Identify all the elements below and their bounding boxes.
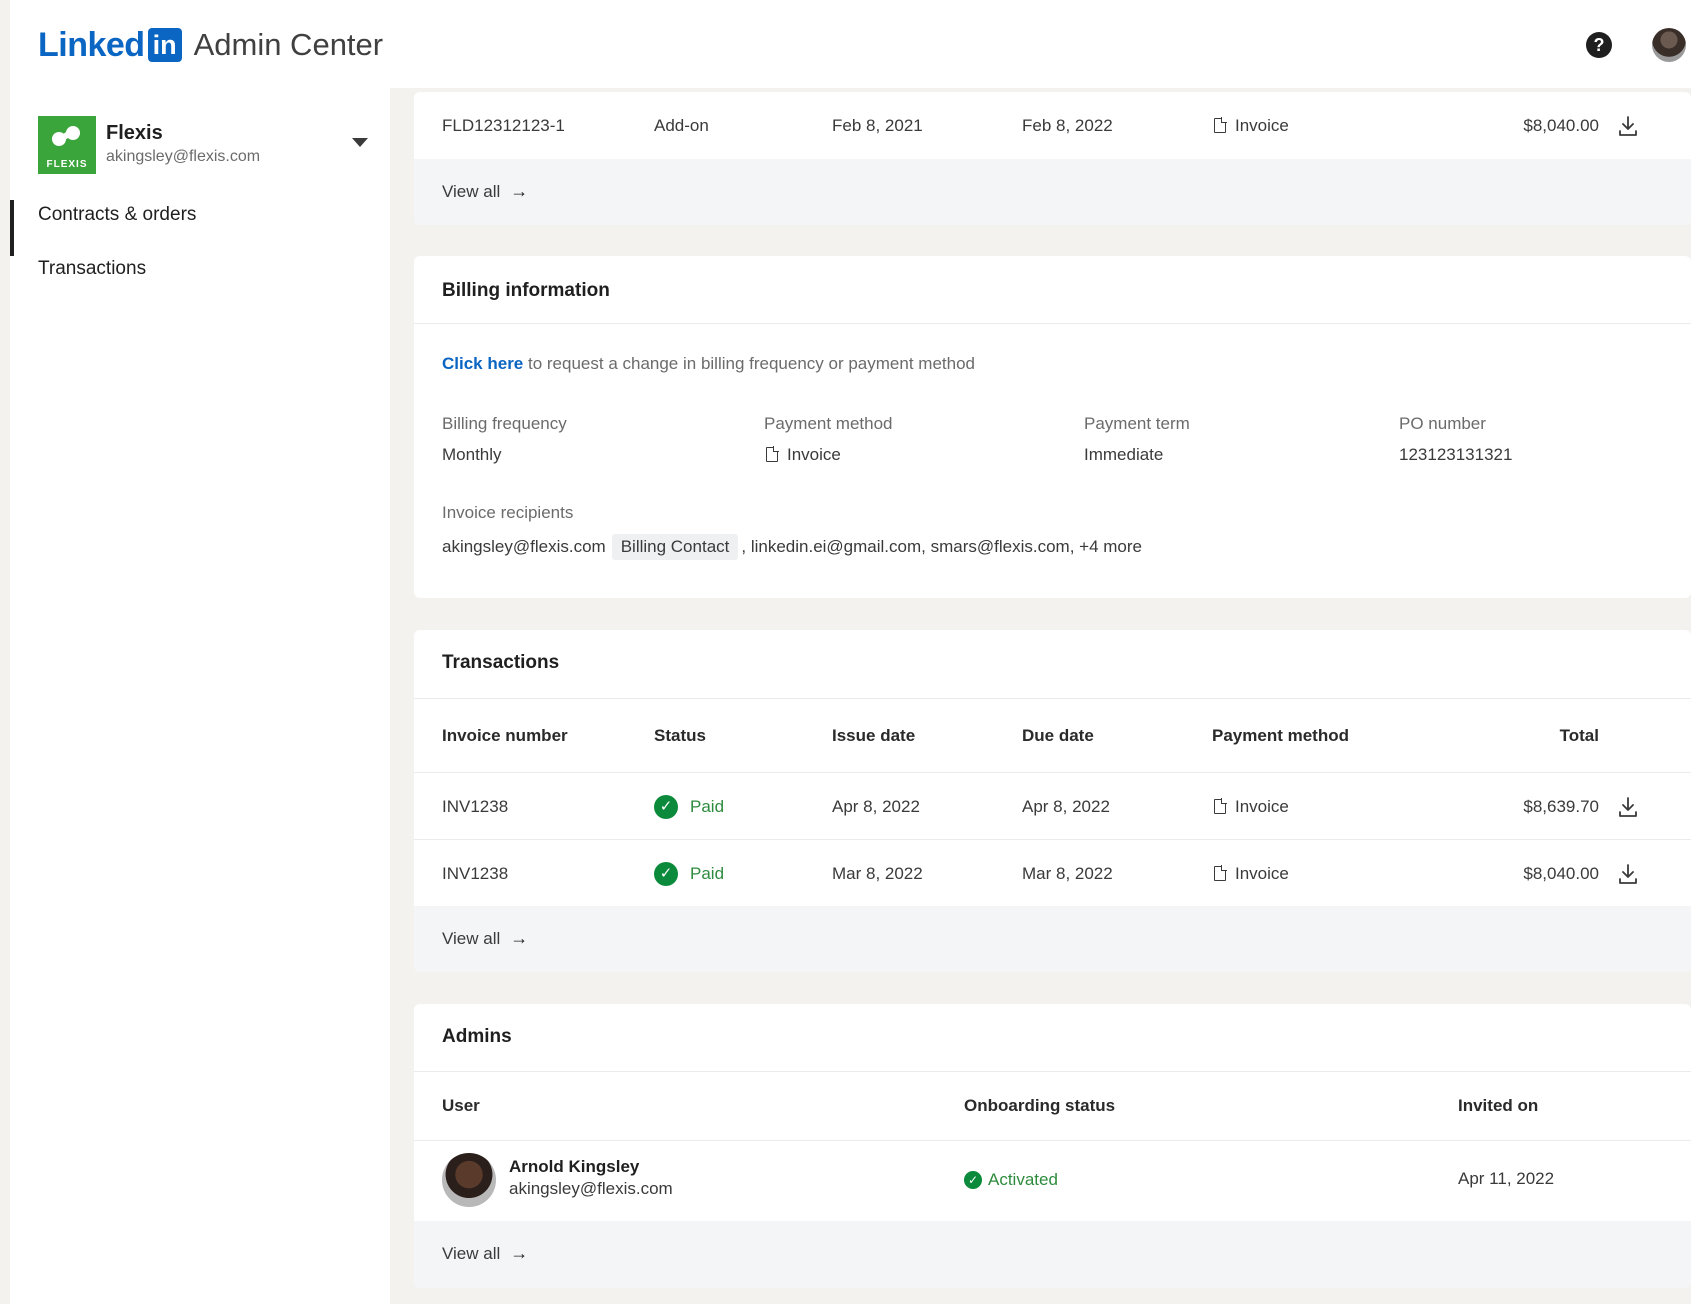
transaction-total: $8,040.00: [1523, 864, 1599, 883]
admin-row[interactable]: Arnold Kingsley akingsley@flexis.com ✓ Ac…: [414, 1141, 1691, 1221]
contract-type: Add-on: [654, 116, 709, 135]
billing-frequency-value: Monthly: [442, 445, 502, 464]
help-icon[interactable]: ?: [1586, 32, 1612, 58]
arrow-right-icon: →: [510, 181, 529, 201]
org-switcher[interactable]: FLEXIS Flexis akingsley@flexis.com: [38, 116, 368, 176]
document-icon: [1214, 117, 1227, 133]
admin-invited-on: Apr 11, 2022: [1458, 1169, 1555, 1188]
contract-total: $8,040.00: [1523, 116, 1599, 135]
transactions-footer: View all →: [414, 906, 1691, 972]
contracts-footer: View all →: [414, 159, 1691, 225]
transaction-status: ✓ Paid: [654, 795, 724, 819]
transactions-card: Transactions Invoice number Status Issue…: [414, 630, 1691, 972]
transaction-payment-method[interactable]: Invoice: [1214, 797, 1289, 817]
check-circle-icon: ✓: [654, 795, 678, 819]
payment-method-label: Payment method: [764, 414, 893, 433]
download-icon[interactable]: [1616, 862, 1640, 886]
divider: [414, 839, 1691, 840]
divider: [414, 323, 1691, 324]
column-header-due-date: Due date: [1022, 726, 1094, 745]
billing-contact-badge: Billing Contact: [611, 534, 739, 560]
column-header-total: Total: [1559, 726, 1599, 745]
admins-title: Admins: [442, 1026, 512, 1047]
contract-id: FLD12312123-1: [442, 116, 565, 135]
billing-card: Billing information Click here to reques…: [414, 256, 1691, 598]
brand-linked-text: Linked: [38, 26, 145, 64]
payment-method-value: Invoice: [766, 445, 841, 465]
check-circle-icon: ✓: [654, 862, 678, 886]
transaction-status: ✓ Paid: [654, 862, 724, 886]
check-circle-icon: ✓: [964, 1171, 982, 1189]
transaction-due-date: Apr 8, 2022: [1022, 797, 1110, 816]
billing-frequency-label: Billing frequency: [442, 414, 567, 433]
document-icon: [1214, 798, 1227, 814]
payment-term-label: Payment term: [1084, 414, 1190, 433]
billing-request-text: Click here to request a change in billin…: [442, 354, 975, 373]
transaction-invoice-number: INV1238: [442, 864, 509, 883]
transaction-payment-method[interactable]: Invoice: [1214, 864, 1289, 884]
divider: [414, 1071, 1691, 1072]
transaction-due-date: Mar 8, 2022: [1022, 864, 1113, 883]
payment-term-value: Immediate: [1084, 445, 1164, 464]
sidebar-item-transactions[interactable]: Transactions: [38, 258, 146, 280]
brand-logo[interactable]: Linked in Admin Center: [38, 28, 383, 62]
click-here-link[interactable]: Click here: [442, 354, 523, 373]
contracts-view-all-link[interactable]: View all →: [442, 181, 528, 202]
transaction-total: $8,639.70: [1523, 797, 1599, 816]
column-header-status: Status: [654, 726, 706, 745]
transaction-invoice-number: INV1238: [442, 797, 509, 816]
contract-payment-method[interactable]: Invoice: [1214, 116, 1289, 136]
arrow-right-icon: →: [510, 928, 529, 948]
column-header-onboarding-status: Onboarding status: [964, 1096, 1116, 1115]
brand-in-icon: in: [147, 28, 182, 62]
org-email: akingsley@flexis.com: [106, 148, 261, 165]
column-header-user: User: [442, 1096, 480, 1115]
admin-onboarding-status: ✓ Activated: [964, 1169, 1058, 1190]
admin-email: akingsley@flexis.com: [509, 1179, 673, 1198]
transaction-issue-date: Apr 8, 2022: [832, 797, 920, 816]
contract-end-date: Feb 8, 2022: [1022, 116, 1113, 135]
brand-title: Admin Center: [193, 27, 384, 62]
billing-title: Billing information: [442, 280, 610, 301]
invoice-recipients-label: Invoice recipients: [442, 503, 574, 522]
admin-name: Arnold Kingsley: [509, 1157, 640, 1176]
sidebar: FLEXIS Flexis akingsley@flexis.com Contr…: [10, 88, 390, 1304]
divider: [414, 772, 1691, 773]
chevron-down-icon[interactable]: [352, 138, 368, 147]
org-logo-mark-icon: [52, 126, 82, 146]
contracts-card: FLD12312123-1 Add-on Feb 8, 2021 Feb 8, …: [414, 92, 1691, 225]
profile-avatar[interactable]: [1652, 28, 1686, 62]
download-icon[interactable]: [1616, 795, 1640, 819]
download-icon[interactable]: [1616, 114, 1640, 138]
column-header-issue-date: Issue date: [832, 726, 916, 745]
nav-active-indicator: [10, 200, 14, 256]
invoice-recipients-value: akingsley@flexis.com Billing Contact, lin…: [442, 534, 1142, 560]
admins-card: Admins User Onboarding status Invited on…: [414, 1004, 1691, 1288]
org-name: Flexis: [106, 122, 163, 144]
admins-view-all-link[interactable]: View all →: [442, 1243, 528, 1264]
top-bar: Linked in Admin Center ?: [10, 0, 1691, 88]
document-icon: [766, 446, 779, 462]
column-header-payment-method: Payment method: [1212, 726, 1349, 745]
admins-footer: View all →: [414, 1221, 1691, 1288]
avatar: [442, 1153, 496, 1207]
contract-start-date: Feb 8, 2021: [832, 116, 923, 135]
sidebar-item-contracts-orders[interactable]: Contracts & orders: [38, 204, 196, 226]
transactions-title: Transactions: [442, 652, 560, 673]
org-logo: FLEXIS: [38, 116, 96, 174]
divider: [414, 698, 1691, 699]
transaction-issue-date: Mar 8, 2022: [832, 864, 923, 883]
po-number-value: 123123131321: [1399, 445, 1513, 464]
po-number-label: PO number: [1399, 414, 1486, 433]
arrow-right-icon: →: [510, 1243, 529, 1263]
document-icon: [1214, 865, 1227, 881]
column-header-invoice-number: Invoice number: [442, 726, 568, 745]
column-header-invited-on: Invited on: [1458, 1096, 1539, 1115]
transactions-view-all-link[interactable]: View all →: [442, 928, 528, 949]
